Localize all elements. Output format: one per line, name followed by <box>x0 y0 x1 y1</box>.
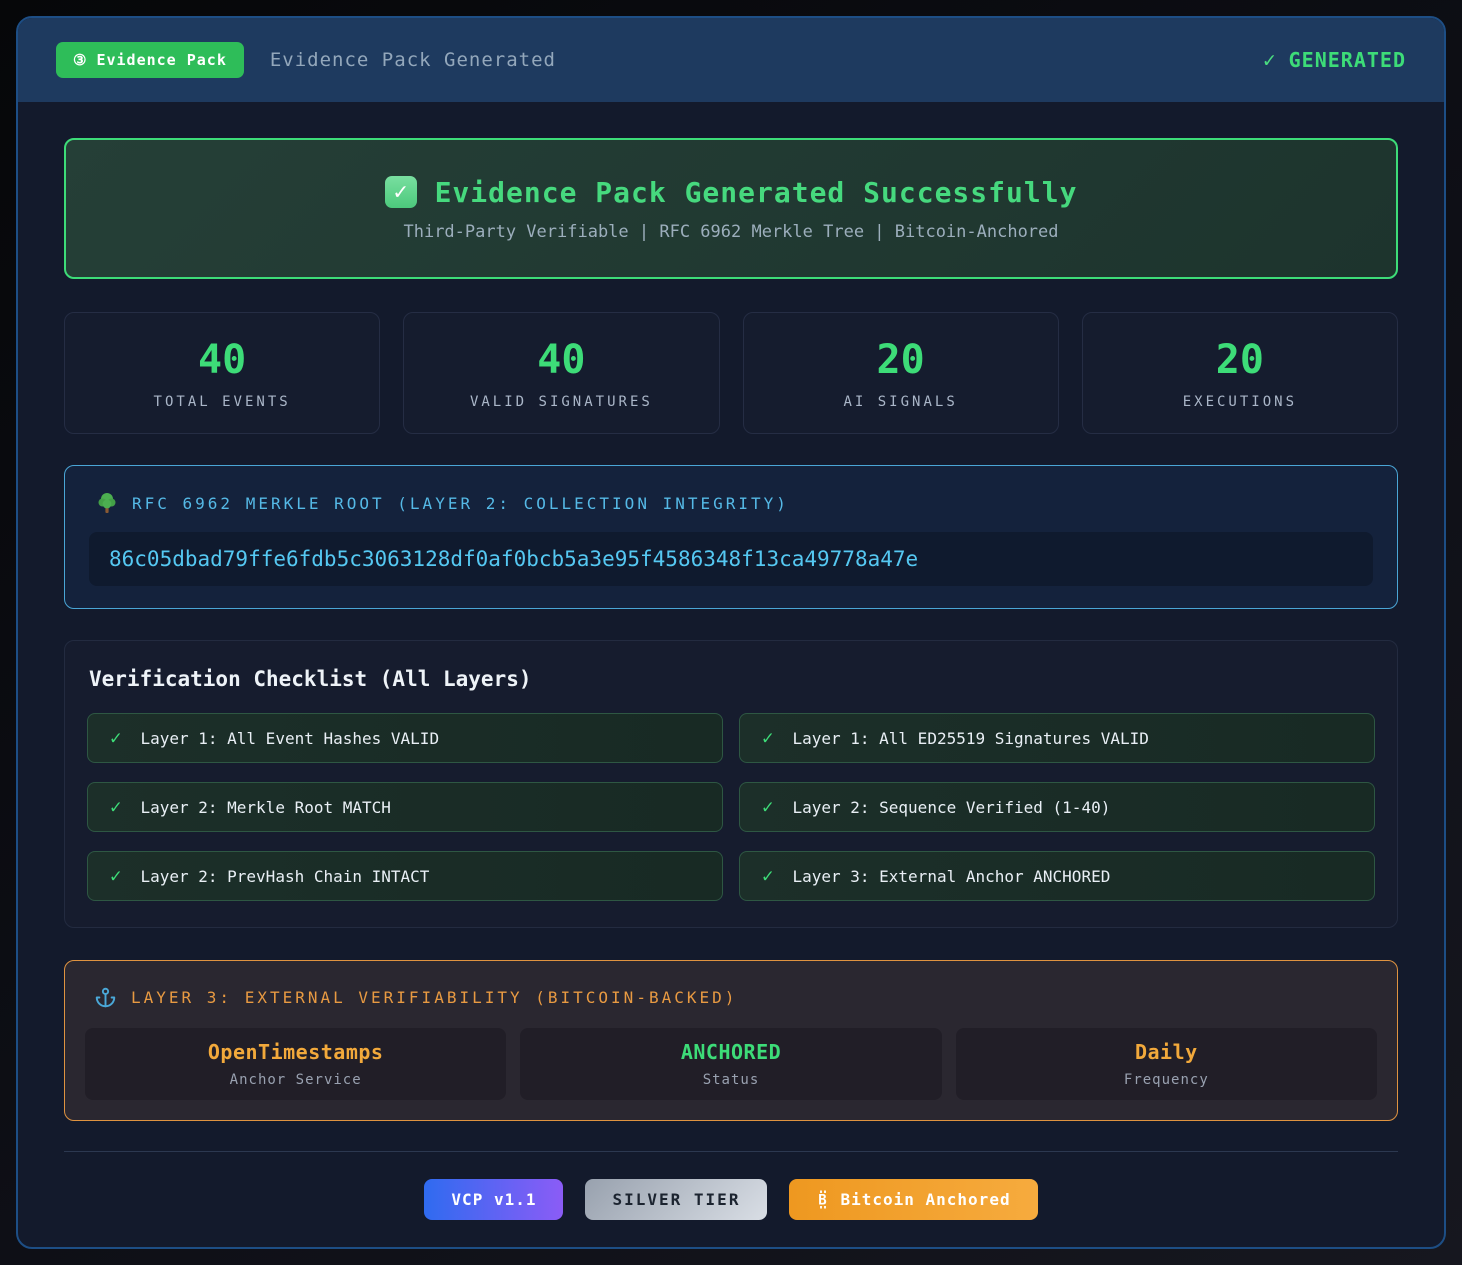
stat-card-ai-signals: 20 AI SIGNALS <box>743 312 1059 434</box>
stat-value: 20 <box>877 337 925 383</box>
stat-label: VALID SIGNATURES <box>470 394 653 410</box>
anchor-icon <box>95 987 116 1008</box>
check-icon: ✓ <box>762 865 773 887</box>
stat-value: 40 <box>537 337 585 383</box>
success-banner-title-row: ✓ Evidence Pack Generated Successfully <box>385 176 1078 209</box>
checklist-item-ed25519-signatures: ✓ Layer 1: All ED25519 Signatures VALID <box>739 713 1375 763</box>
checklist-item-label: Layer 1: All ED25519 Signatures VALID <box>792 729 1148 748</box>
anchor-service-label: Anchor Service <box>230 1072 362 1088</box>
checklist-item-label: Layer 2: Sequence Verified (1-40) <box>792 798 1110 817</box>
vcp-version-badge[interactable]: VCP v1.1 <box>424 1179 563 1220</box>
main-content: ✓ Evidence Pack Generated Successfully T… <box>18 102 1444 1220</box>
anchor-service-card: OpenTimestamps Anchor Service <box>85 1028 506 1100</box>
verification-checklist-section: Verification Checklist (All Layers) ✓ La… <box>64 640 1398 928</box>
silver-tier-label: SILVER TIER <box>612 1190 740 1209</box>
checklist-item-label: Layer 1: All Event Hashes VALID <box>140 729 439 748</box>
vcp-version-label: VCP v1.1 <box>451 1190 536 1209</box>
checklist-item-merkle-root-match: ✓ Layer 2: Merkle Root MATCH <box>87 782 723 832</box>
stats-row: 40 TOTAL EVENTS 40 VALID SIGNATURES 20 A… <box>64 312 1398 434</box>
layer3-heading-label: LAYER 3: EXTERNAL VERIFIABILITY (BITCOIN… <box>131 988 737 1007</box>
success-banner-title: Evidence Pack Generated Successfully <box>435 176 1078 209</box>
evidence-pack-badge-label: Evidence Pack <box>96 51 226 69</box>
anchor-status-card: ANCHORED Status <box>520 1028 941 1100</box>
layer3-section: LAYER 3: EXTERNAL VERIFIABILITY (BITCOIN… <box>64 960 1398 1121</box>
anchor-frequency-card: Daily Frequency <box>956 1028 1377 1100</box>
evidence-pack-panel: ③ Evidence Pack Evidence Pack Generated … <box>16 16 1446 1249</box>
bitcoin-anchored-badge[interactable]: B Bitcoin Anchored <box>789 1179 1037 1220</box>
stat-value: 40 <box>198 337 246 383</box>
checklist-item-prevhash-chain: ✓ Layer 2: PrevHash Chain INTACT <box>87 851 723 901</box>
stat-card-total-events: 40 TOTAL EVENTS <box>64 312 380 434</box>
evidence-pack-badge: ③ Evidence Pack <box>56 42 244 78</box>
merkle-root-heading: RFC 6962 MERKLE ROOT (LAYER 2: COLLECTIO… <box>97 492 1373 514</box>
check-icon: ✓ <box>110 727 121 749</box>
merkle-root-hash: 86c05dbad79ffe6fdb5c3063128df0af0bcb5a3e… <box>89 532 1373 586</box>
header-bar: ③ Evidence Pack Evidence Pack Generated … <box>18 18 1444 102</box>
merkle-root-heading-label: RFC 6962 MERKLE ROOT (LAYER 2: COLLECTIO… <box>132 494 789 513</box>
stat-label: AI SIGNALS <box>843 394 957 410</box>
merkle-root-section: RFC 6962 MERKLE ROOT (LAYER 2: COLLECTIO… <box>64 465 1398 609</box>
anchor-service-value: OpenTimestamps <box>208 1040 384 1064</box>
checkbox-check-icon: ✓ <box>385 176 417 208</box>
checklist-item-label: Layer 2: PrevHash Chain INTACT <box>140 867 429 886</box>
success-banner: ✓ Evidence Pack Generated Successfully T… <box>64 138 1398 279</box>
svg-text:B: B <box>819 1193 828 1209</box>
layer3-heading: LAYER 3: EXTERNAL VERIFIABILITY (BITCOIN… <box>95 987 1377 1008</box>
anchor-status-label: Status <box>703 1072 760 1088</box>
check-icon: ✓ <box>1263 48 1277 72</box>
layer3-cards: OpenTimestamps Anchor Service ANCHORED S… <box>85 1028 1377 1100</box>
anchor-frequency-label: Frequency <box>1124 1072 1209 1088</box>
checklist-item-external-anchor: ✓ Layer 3: External Anchor ANCHORED <box>739 851 1375 901</box>
bitcoin-anchored-label: Bitcoin Anchored <box>840 1190 1010 1209</box>
silver-tier-badge[interactable]: SILVER TIER <box>585 1179 767 1220</box>
footer-badges: VCP v1.1 SILVER TIER B Bitcoin Anchored <box>64 1179 1398 1220</box>
success-banner-subtitle: Third-Party Verifiable | RFC 6962 Merkle… <box>403 222 1058 242</box>
tree-icon <box>97 492 117 514</box>
check-icon: ✓ <box>110 796 121 818</box>
stat-label: EXECUTIONS <box>1183 394 1297 410</box>
stat-value: 20 <box>1216 337 1264 383</box>
stat-card-executions: 20 EXECUTIONS <box>1082 312 1398 434</box>
anchor-frequency-value: Daily <box>1135 1040 1198 1064</box>
check-icon: ✓ <box>762 727 773 749</box>
checklist-item-sequence-verified: ✓ Layer 2: Sequence Verified (1-40) <box>739 782 1375 832</box>
checklist-item-event-hashes: ✓ Layer 1: All Event Hashes VALID <box>87 713 723 763</box>
anchor-status-value: ANCHORED <box>681 1040 781 1064</box>
verification-checklist-heading: Verification Checklist (All Layers) <box>89 667 1375 691</box>
verification-checklist-grid: ✓ Layer 1: All Event Hashes VALID ✓ Laye… <box>87 713 1375 901</box>
stat-card-valid-signatures: 40 VALID SIGNATURES <box>403 312 719 434</box>
checklist-item-label: Layer 3: External Anchor ANCHORED <box>792 867 1110 886</box>
check-icon: ✓ <box>762 796 773 818</box>
checklist-item-label: Layer 2: Merkle Root MATCH <box>140 798 390 817</box>
bitcoin-icon: B <box>816 1190 830 1209</box>
generated-status: ✓ GENERATED <box>1263 48 1406 72</box>
stat-label: TOTAL EVENTS <box>154 394 291 410</box>
generated-status-label: GENERATED <box>1289 48 1406 72</box>
page-title: Evidence Pack Generated <box>270 49 556 71</box>
circled-number-icon: ③ <box>73 51 87 69</box>
check-icon: ✓ <box>110 865 121 887</box>
footer-divider <box>64 1151 1398 1152</box>
